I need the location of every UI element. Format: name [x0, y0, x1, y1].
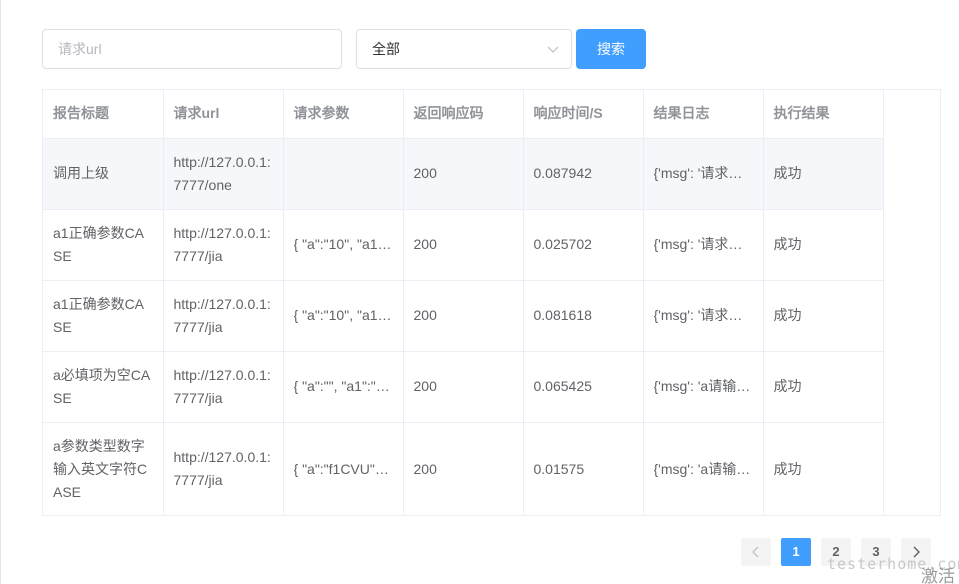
- cell-time: 0.01575: [523, 422, 644, 516]
- table-row[interactable]: a参数类型数字输入英文字符CASE http://127.0.0.1:7777/…: [43, 422, 884, 516]
- cell-log: {'msg': '请求…: [643, 138, 764, 210]
- page-1-button[interactable]: 1: [781, 538, 811, 566]
- url-search-input[interactable]: [42, 29, 342, 69]
- cell-time: 0.081618: [523, 280, 644, 352]
- table-row[interactable]: a必填项为空CASE http://127.0.0.1:7777/jia { "…: [43, 351, 884, 423]
- result-filter-select[interactable]: 全部: [356, 29, 572, 69]
- cell-title: a必填项为空CASE: [43, 351, 164, 423]
- column-header-code[interactable]: 返回响应码: [403, 90, 524, 139]
- cell-params: { "a":"10", "a1…: [283, 209, 404, 281]
- cell-title: 调用上级: [43, 138, 164, 210]
- table-row[interactable]: a1正确参数CASE http://127.0.0.1:7777/jia { "…: [43, 209, 884, 281]
- cell-title: a1正确参数CASE: [43, 280, 164, 352]
- cell-url: http://127.0.0.1:7777/jia: [163, 351, 284, 423]
- cell-title: a1正确参数CASE: [43, 209, 164, 281]
- cell-code: 200: [403, 422, 524, 516]
- cell-url: http://127.0.0.1:7777/jia: [163, 422, 284, 516]
- column-header-time[interactable]: 响应时间/S: [523, 90, 644, 139]
- cell-params: { "a":"", "a1":"…: [283, 351, 404, 423]
- cell-title: a参数类型数字输入英文字符CASE: [43, 422, 164, 516]
- chevron-left-icon: [752, 546, 759, 558]
- chevron-down-icon: [547, 46, 559, 53]
- report-list-page: 全部 搜索 报告标题 请求url 请求参数 返回响应码 响应时间/S 结果日志: [0, 0, 959, 584]
- table-header-row: 报告标题 请求url 请求参数 返回响应码 响应时间/S 结果日志 执行结果: [43, 90, 884, 139]
- select-value: 全部: [372, 41, 400, 57]
- table-row[interactable]: 调用上级 http://127.0.0.1:7777/one 200 0.087…: [43, 138, 884, 210]
- cell-time: 0.087942: [523, 138, 644, 210]
- column-header-title[interactable]: 报告标题: [43, 90, 164, 139]
- cell-url: http://127.0.0.1:7777/one: [163, 138, 284, 210]
- column-header-params[interactable]: 请求参数: [283, 90, 404, 139]
- column-header-url[interactable]: 请求url: [163, 90, 284, 139]
- cell-code: 200: [403, 280, 524, 352]
- cell-time: 0.065425: [523, 351, 644, 423]
- table-row[interactable]: a1正确参数CASE http://127.0.0.1:7777/jia { "…: [43, 280, 884, 352]
- cell-params: { "a":"f1CVU"…: [283, 422, 404, 516]
- column-header-result[interactable]: 执行结果: [763, 90, 884, 139]
- cell-result: 成功: [763, 422, 884, 516]
- cell-params: [283, 138, 404, 210]
- cell-code: 200: [403, 209, 524, 281]
- prev-page-button[interactable]: [741, 538, 771, 566]
- cell-result: 成功: [763, 138, 884, 210]
- cell-url: http://127.0.0.1:7777/jia: [163, 209, 284, 281]
- cell-log: {'msg': 'a请输…: [643, 422, 764, 516]
- search-button[interactable]: 搜索: [576, 29, 646, 69]
- cell-code: 200: [403, 138, 524, 210]
- cell-log: {'msg': '请求…: [643, 209, 764, 281]
- cell-params: { "a":"10", "a1…: [283, 280, 404, 352]
- activate-windows-text: 激活: [921, 567, 955, 584]
- cell-code: 200: [403, 351, 524, 423]
- cell-url: http://127.0.0.1:7777/jia: [163, 280, 284, 352]
- report-table: 报告标题 请求url 请求参数 返回响应码 响应时间/S 结果日志 执行结果 调…: [42, 89, 941, 516]
- cell-time: 0.025702: [523, 209, 644, 281]
- cell-result: 成功: [763, 209, 884, 281]
- cell-result: 成功: [763, 351, 884, 423]
- cell-log: {'msg': '请求…: [643, 280, 764, 352]
- cell-log: {'msg': 'a请输…: [643, 351, 764, 423]
- cell-result: 成功: [763, 280, 884, 352]
- column-header-log[interactable]: 结果日志: [643, 90, 764, 139]
